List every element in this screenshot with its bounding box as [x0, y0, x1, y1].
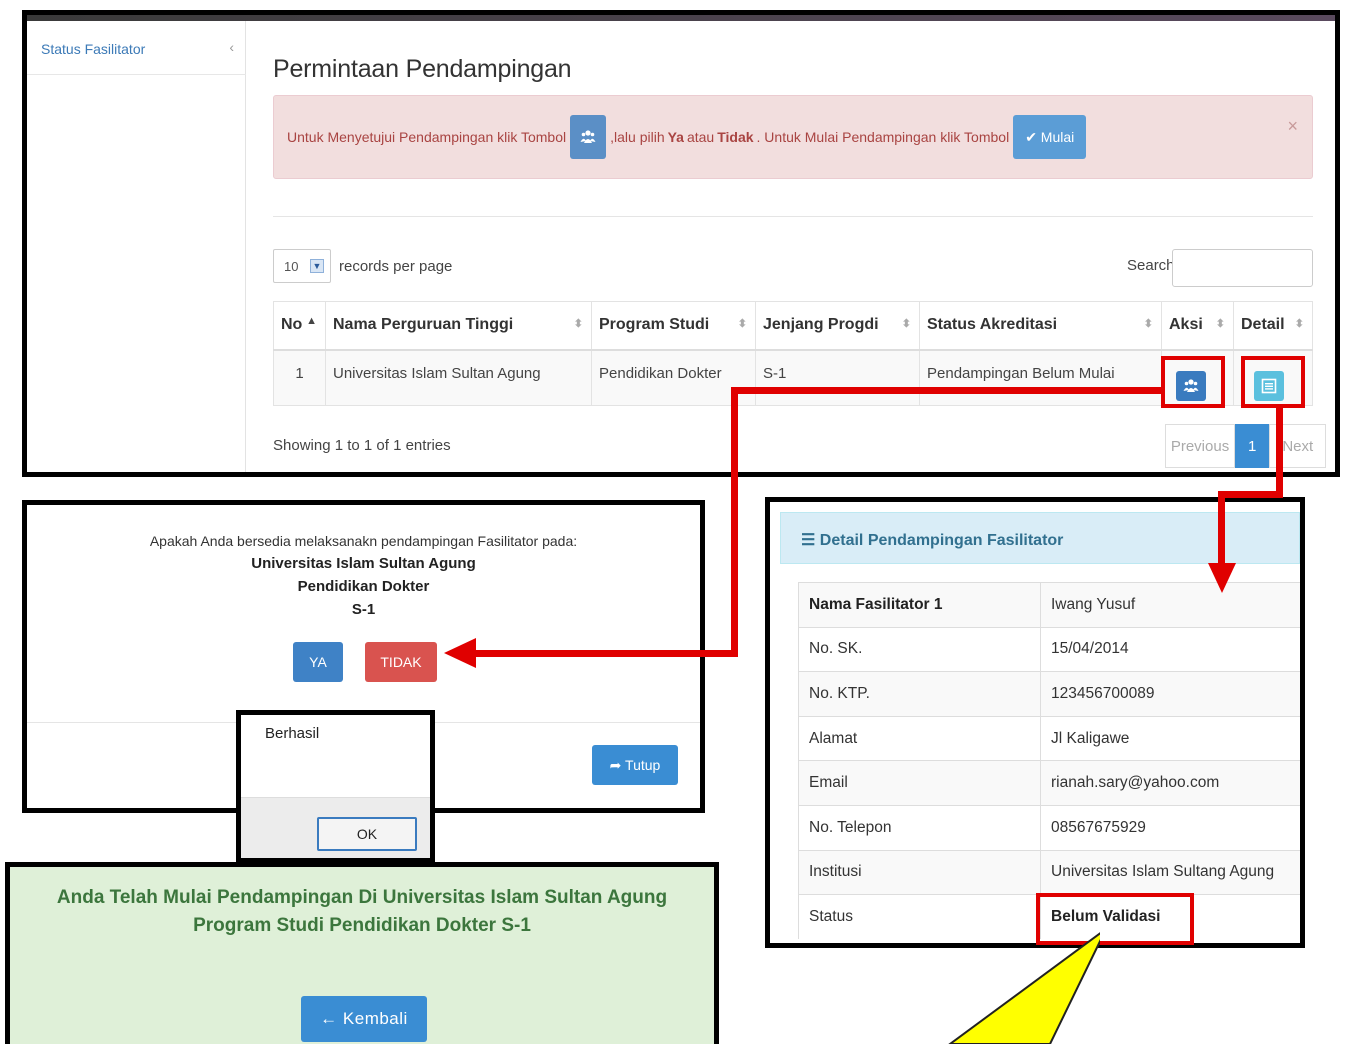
kembali-button[interactable]: ← Kembali: [301, 996, 427, 1042]
tidak-button[interactable]: TIDAK: [365, 642, 437, 682]
detail-row: Institusi Universitas Islam Sultang Agung: [798, 849, 1300, 895]
arrow-down-icon: [1208, 563, 1236, 593]
column-header-status-akreditasi[interactable]: Status Akreditasi ⬍: [919, 301, 1162, 351]
cell-status: Pendampingan Belum Mulai: [919, 349, 1162, 406]
sort-asc-icon: ▲: [306, 315, 317, 327]
divider: [273, 216, 1313, 217]
chevron-left-icon: ‹: [229, 39, 234, 55]
table-row: 1 Universitas Islam Sultan Agung Pendidi…: [273, 349, 1313, 406]
connector-line: [731, 387, 1163, 394]
cell-jenjang: S-1: [755, 349, 920, 406]
search-label: Search:: [1127, 257, 1179, 274]
alert-text-1: Untuk Menyetujui Pendampingan klik Tombo…: [287, 129, 567, 145]
main-panel: Status Fasilitator ‹ Permintaan Pendampi…: [22, 10, 1340, 477]
column-header-program-studi[interactable]: Program Studi ⬍: [591, 301, 756, 351]
sort-icon: ⬍: [1294, 318, 1304, 330]
success-line-1: Anda Telah Mulai Pendampingan Di Univers…: [56, 887, 668, 908]
pagination-page[interactable]: 1: [1235, 424, 1270, 468]
records-per-page-value: 10: [284, 259, 299, 274]
tutup-button[interactable]: ➦ Tutup: [592, 745, 678, 785]
connector-line: [1276, 408, 1283, 498]
mulai-button: ✔ Mulai: [1013, 115, 1087, 159]
success-message: Anda Telah Mulai Pendampingan Di Univers…: [5, 862, 719, 1044]
list-icon: ☰: [801, 532, 820, 549]
column-header-perguruan-tinggi[interactable]: Nama Perguruan Tinggi ⬍: [325, 301, 592, 351]
info-alert: Untuk Menyetujui Pendampingan klik Tombo…: [273, 95, 1313, 179]
cell-no: 1: [273, 349, 326, 406]
page-title: Permintaan Pendampingan: [273, 55, 572, 83]
detail-value: Jl Kaligawe: [1040, 715, 1300, 761]
detail-label: No. KTP.: [798, 671, 1041, 717]
alert-text-2: ,lalu pilih: [610, 129, 665, 145]
arrow-left-icon: [444, 638, 476, 668]
connector-line: [470, 650, 738, 657]
showing-entries: Showing 1 to 1 of 1 entries: [273, 437, 451, 454]
column-header-aksi[interactable]: Aksi ⬍: [1161, 301, 1234, 351]
sort-icon: ⬍: [573, 318, 583, 330]
detail-row: No. Telepon 08567675929: [798, 804, 1300, 851]
alert-tidak: Tidak: [717, 129, 754, 145]
sidebar: Status Fasilitator ‹: [27, 21, 246, 472]
confirm-perguruan-tinggi: Universitas Islam Sultan Agung: [251, 555, 476, 572]
cell-perguruan-tinggi: Universitas Islam Sultan Agung: [325, 349, 592, 406]
detail-label: No. Telepon: [798, 804, 1041, 851]
ok-button[interactable]: OK: [317, 817, 417, 851]
detail-label: Alamat: [798, 715, 1041, 761]
highlight-detail-button: [1241, 356, 1305, 408]
sort-icon: ⬍: [1143, 318, 1153, 330]
detail-label: Institusi: [798, 849, 1041, 895]
sort-icon: ⬍: [737, 318, 747, 330]
pagination-previous[interactable]: Previous: [1165, 424, 1235, 468]
chevron-down-icon: ▼: [310, 259, 324, 273]
detail-panel-title: Detail Pendampingan Fasilitator: [819, 532, 1064, 549]
alert-atau: atau: [686, 129, 715, 145]
column-header-no[interactable]: No ▲: [273, 301, 326, 351]
sort-icon: ⬍: [1215, 318, 1225, 330]
connector-line: [1218, 491, 1283, 498]
pagination: Previous 1 Next: [1165, 424, 1327, 468]
success-line-2: Program Studi Pendidikan Dokter S-1: [193, 915, 531, 936]
detail-row: No. SK. 15/04/2014: [798, 626, 1300, 672]
detail-value: 123456700089: [1040, 671, 1300, 717]
detail-label: Email: [798, 760, 1041, 806]
confirm-question: Apakah Anda bersedia melaksanakn pendamp…: [149, 533, 578, 549]
detail-table: Nama Fasilitator 1 Iwang Yusuf No. SK. 15/…: [798, 582, 1300, 940]
sort-icon: ⬍: [901, 318, 911, 330]
users-icon: [570, 115, 607, 159]
detail-label: No. SK.: [798, 626, 1041, 672]
detail-row: No. KTP. 123456700089: [798, 671, 1300, 717]
records-per-page-select[interactable]: 10 ▼: [273, 249, 331, 283]
detail-value: Iwang Yusuf: [1040, 582, 1300, 628]
berhasil-message: Berhasil: [265, 725, 320, 742]
berhasil-alert: Berhasil OK: [236, 710, 435, 863]
sidebar-item-label: Status Fasilitator: [41, 41, 146, 57]
ya-button[interactable]: YA: [293, 642, 343, 682]
confirm-program-studi: Pendidikan Dokter: [297, 578, 430, 595]
search-input[interactable]: [1172, 249, 1313, 287]
confirm-jenjang: S-1: [351, 601, 376, 618]
column-header-jenjang-progdi[interactable]: Jenjang Progdi ⬍: [755, 301, 920, 351]
close-icon[interactable]: ×: [1287, 116, 1298, 137]
highlight-aksi-button: [1161, 356, 1225, 408]
alert-ya: Ya: [667, 129, 684, 145]
detail-value: Universitas Islam Sultang Agung: [1040, 849, 1300, 895]
column-header-detail[interactable]: Detail ⬍: [1233, 301, 1313, 351]
detail-row: Alamat Jl Kaligawe: [798, 715, 1300, 761]
detail-value: rianah.sary@yahoo.com: [1040, 760, 1300, 806]
connector-line: [1218, 491, 1225, 565]
records-per-page-label: records per page: [339, 258, 453, 275]
connector-line: [731, 387, 738, 657]
detail-row: Email rianah.sary@yahoo.com: [798, 760, 1300, 806]
detail-value: 15/04/2014: [1040, 626, 1300, 672]
detail-label: Nama Fasilitator 1: [798, 582, 1041, 628]
sidebar-item-status-fasilitator[interactable]: Status Fasilitator ‹: [27, 21, 246, 75]
detail-value: 08567675929: [1040, 804, 1300, 851]
callout-pointer-icon: [948, 932, 1100, 1044]
alert-text-3: . Untuk Mulai Pendampingan klik Tombol: [756, 129, 1010, 145]
